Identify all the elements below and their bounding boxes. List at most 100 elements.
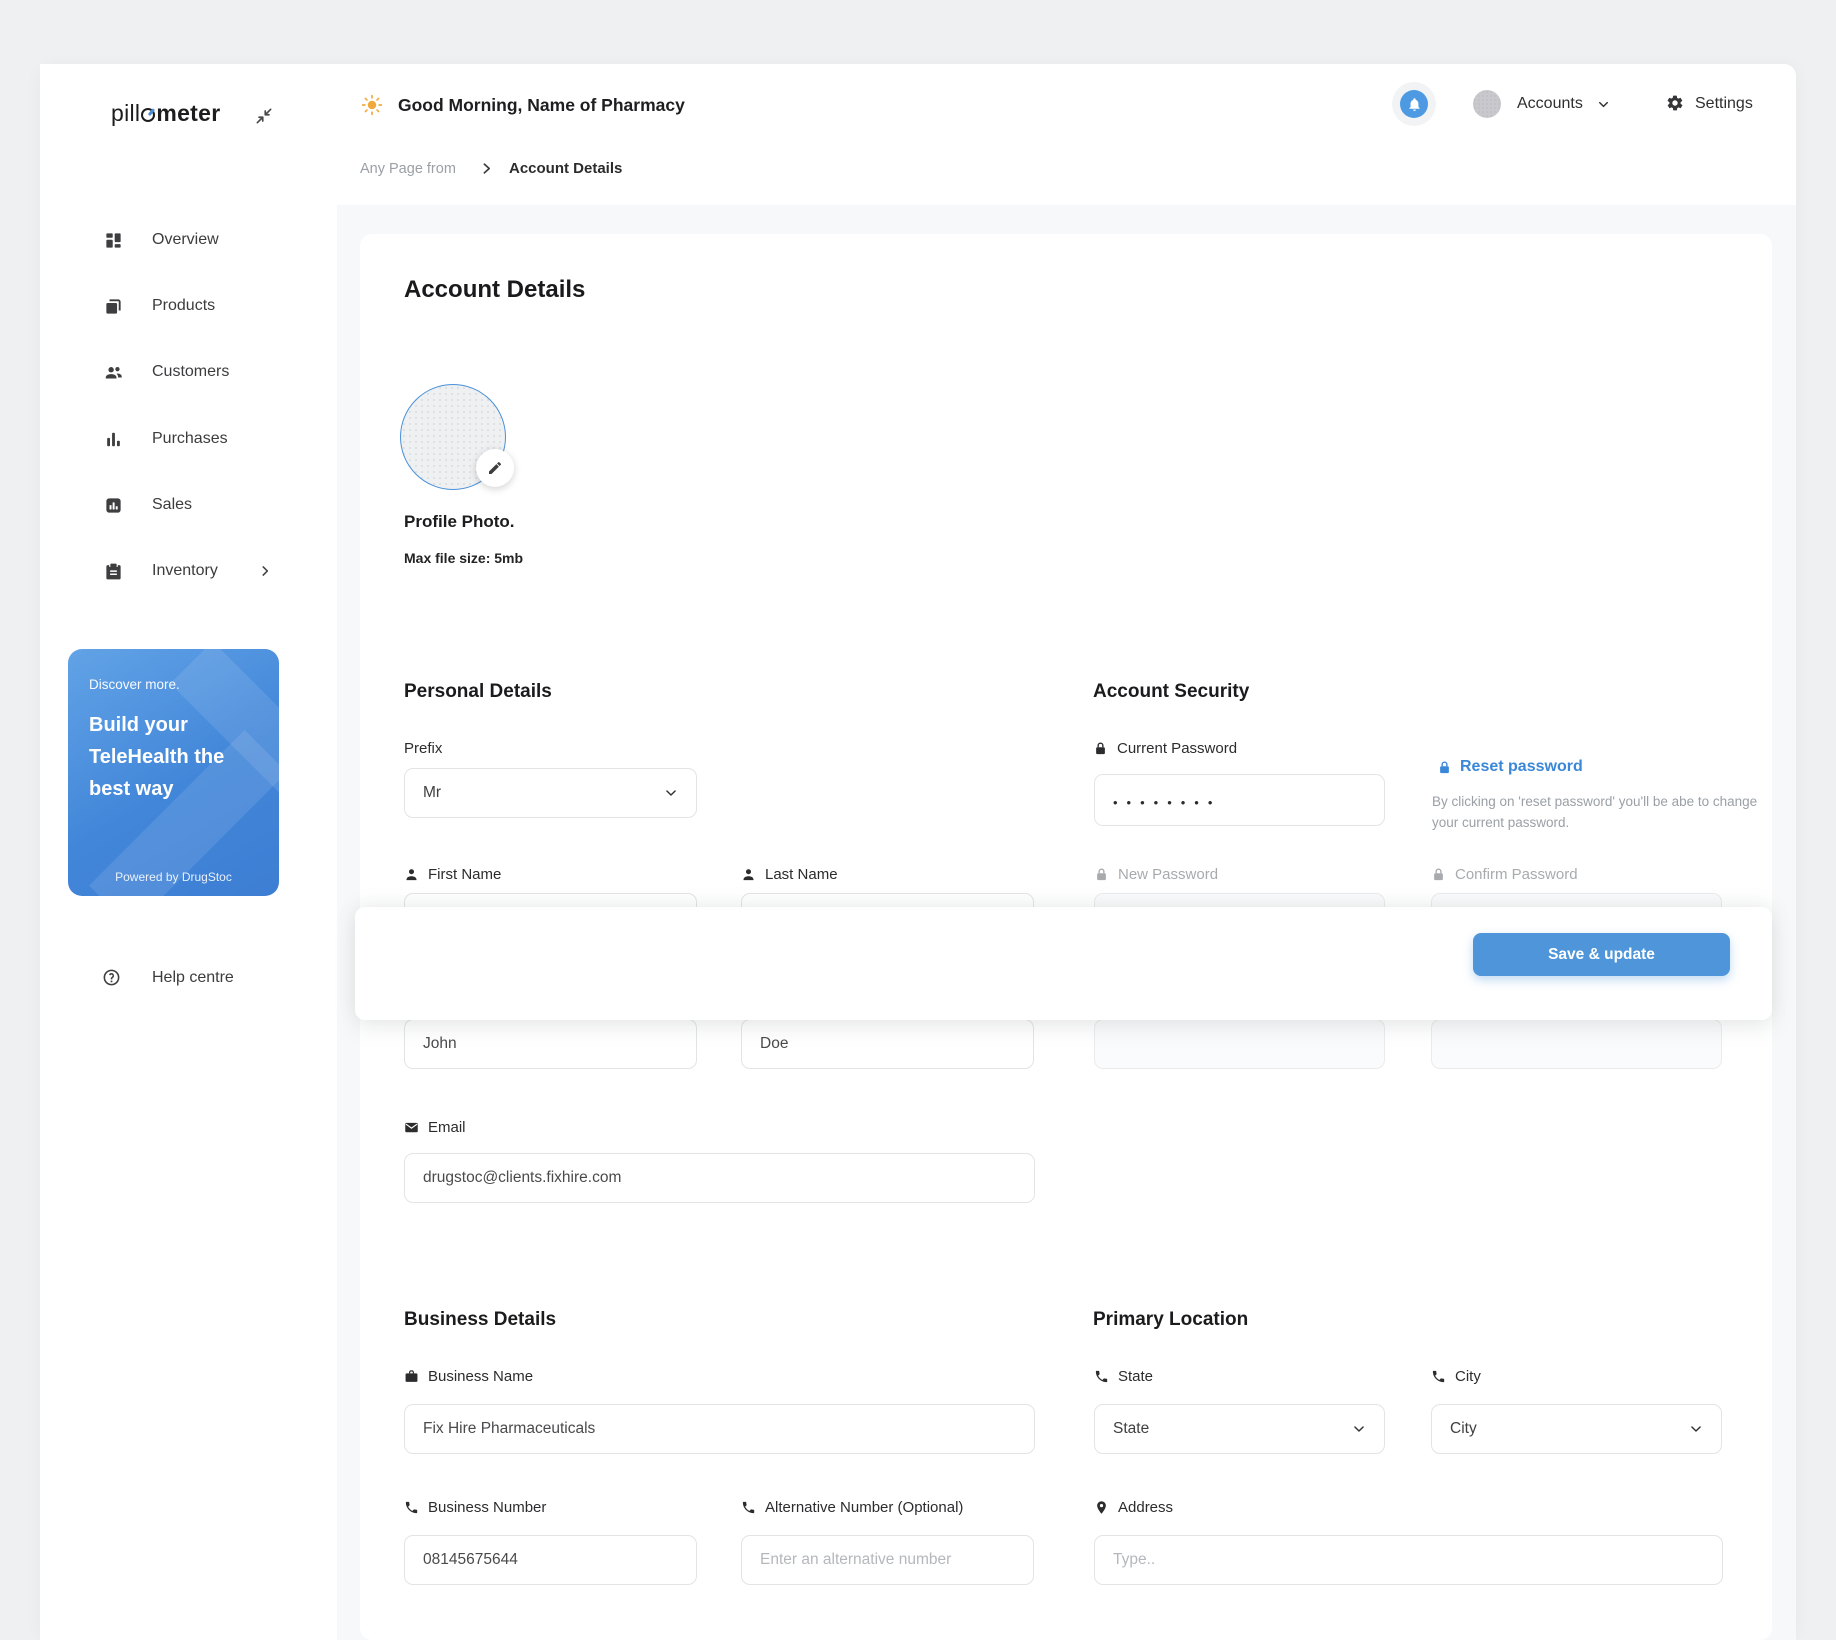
prefix-label-text: Prefix	[404, 740, 443, 757]
sidebar-item-help-centre[interactable]: Help centre	[40, 958, 337, 998]
business-number-label: Business Number	[404, 1499, 546, 1516]
city-value: City	[1450, 1420, 1477, 1437]
chevron-right-icon	[258, 564, 272, 578]
last-name-label: Last Name	[741, 866, 838, 883]
lock-icon	[1440, 760, 1449, 773]
sidebar-item-customers[interactable]: Customers	[40, 351, 337, 393]
sidebar-item-overview[interactable]: Overview	[40, 219, 337, 261]
profile-photo-label: Profile Photo.	[404, 512, 515, 531]
sidebar-item-inventory[interactable]: Inventory	[40, 550, 337, 592]
promo-footer: Powered by DrugStoc	[115, 870, 232, 884]
sidebar-item-label: Help centre	[152, 969, 234, 986]
new-password-label-text: New Password	[1118, 866, 1219, 883]
greeting-text: Good Morning, Name of Pharmacy	[398, 95, 685, 115]
logo-suffix: meter	[156, 100, 221, 126]
state-select[interactable]: State	[1094, 1404, 1385, 1454]
confirm-password-input[interactable]	[1431, 1019, 1722, 1069]
prefix-value: Mr	[423, 784, 442, 801]
sidebar-item-label: Overview	[152, 231, 219, 248]
first-name-label: First Name	[404, 866, 501, 883]
sidebar: pill meter Overview Products Customers Pu…	[40, 64, 337, 1640]
state-label: State	[1094, 1368, 1153, 1385]
phone-icon	[1432, 1370, 1445, 1383]
current-password-input[interactable]: ••••••••	[1094, 774, 1385, 826]
people-icon	[104, 363, 123, 382]
first-name-label-text: First Name	[428, 866, 502, 883]
confirm-password-label-text: Confirm Password	[1455, 866, 1578, 883]
chevron-right-icon	[480, 162, 493, 175]
sidebar-item-sales[interactable]: Sales	[40, 484, 337, 526]
save-update-button[interactable]: Save & update	[1473, 933, 1730, 976]
save-bar: Save & update	[355, 907, 1772, 1020]
chevron-down-icon	[1691, 1426, 1701, 1432]
sidebar-item-label: Sales	[152, 496, 193, 513]
chevron-down-icon[interactable]	[1597, 98, 1610, 111]
sidebar-item-label: Inventory	[152, 562, 218, 579]
edit-photo-button[interactable]	[476, 449, 514, 487]
app-window: pill meter Overview Products Customers Pu…	[40, 64, 1796, 1640]
clipboard-icon	[104, 562, 123, 581]
business-name-input[interactable]	[404, 1404, 1035, 1454]
pencil-icon	[489, 462, 501, 474]
grid-icon	[104, 231, 123, 250]
first-name-input[interactable]	[404, 1019, 697, 1069]
new-password-label: New Password	[1094, 866, 1218, 883]
breadcrumb-current[interactable]: Account Details	[509, 160, 622, 177]
chart-box-icon	[104, 496, 123, 515]
alternative-number-input[interactable]	[741, 1535, 1034, 1585]
reset-password-hint: By clicking on 'reset password' you'll b…	[1432, 794, 1758, 830]
lock-icon	[1434, 868, 1443, 881]
business-number-input[interactable]	[404, 1535, 697, 1585]
phone-icon	[742, 1501, 755, 1514]
notifications-button[interactable]	[1392, 82, 1436, 126]
prefix-select[interactable]: Mr	[404, 768, 697, 818]
state-label-text: State	[1118, 1368, 1154, 1385]
city-select[interactable]: City	[1431, 1404, 1722, 1454]
state-value: State	[1113, 1420, 1150, 1437]
person-icon	[406, 869, 417, 881]
person-icon	[743, 869, 754, 881]
email-label: Email	[404, 1119, 466, 1136]
alternative-number-label-text: Alternative Number (Optional)	[765, 1499, 964, 1516]
email-input[interactable]	[404, 1153, 1035, 1203]
reset-password-link[interactable]: Reset password	[1437, 758, 1583, 776]
account-security-heading: Account Security	[1093, 681, 1250, 702]
settings-button[interactable]: Settings	[1695, 95, 1753, 113]
telehealth-promo-card[interactable]: Discover more. Build your TeleHealth the…	[68, 649, 279, 896]
sidebar-item-label: Purchases	[152, 430, 228, 447]
reset-password-link-text: Reset password	[1460, 758, 1583, 775]
user-avatar[interactable]	[1473, 90, 1501, 118]
accounts-menu[interactable]: Accounts	[1517, 95, 1583, 113]
sidebar-item-label: Customers	[152, 363, 230, 380]
breadcrumb-parent[interactable]: Any Page from	[360, 161, 456, 177]
app-logo: pill meter	[111, 100, 220, 127]
promo-title: Build your TeleHealth the best way	[89, 714, 225, 800]
envelope-icon	[405, 1122, 418, 1133]
last-name-input[interactable]	[741, 1019, 1034, 1069]
page-title: Account Details	[404, 276, 586, 303]
map-pin-icon	[1097, 1501, 1106, 1514]
alternative-number-label: Alternative Number (Optional)	[741, 1499, 963, 1516]
sidebar-item-label: Products	[152, 297, 216, 314]
gear-icon[interactable]	[1666, 94, 1684, 112]
personal-details-heading: Personal Details	[404, 681, 552, 702]
business-details-heading: Business Details	[404, 1309, 557, 1330]
phone-icon	[1095, 1370, 1108, 1383]
sidebar-item-purchases[interactable]: Purchases	[40, 418, 337, 460]
logo-prefix: pill	[111, 100, 141, 126]
current-password-label: Current Password	[1093, 740, 1237, 757]
prefix-label: Prefix	[404, 740, 442, 757]
city-label: City	[1431, 1368, 1481, 1385]
sun-icon	[361, 94, 383, 116]
sidebar-collapse-icon[interactable]	[254, 106, 274, 126]
chevron-down-icon	[1354, 1426, 1364, 1432]
promo-eyebrow: Discover more.	[89, 677, 180, 692]
sidebar-item-products[interactable]: Products	[40, 285, 337, 327]
new-password-input[interactable]	[1094, 1019, 1385, 1069]
copy-stack-icon	[104, 297, 123, 316]
address-label: Address	[1094, 1499, 1173, 1516]
address-input[interactable]	[1094, 1535, 1723, 1585]
chevron-down-icon	[666, 790, 676, 796]
bar-chart-icon	[104, 430, 123, 449]
business-name-label: Business Name	[404, 1368, 533, 1385]
